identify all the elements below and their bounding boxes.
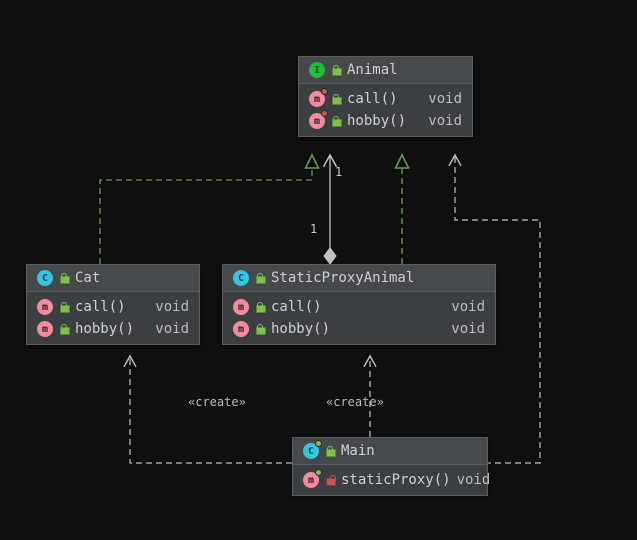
uml-diagram: 1 1 «create» «create» I Animal m call() … <box>0 0 637 540</box>
class-name: Main <box>341 443 375 459</box>
class-name: Cat <box>75 270 100 286</box>
method-name: hobby() <box>75 321 149 337</box>
return-type: void <box>451 299 485 315</box>
method-name: staticProxy() <box>341 472 451 488</box>
method-icon: m <box>309 91 325 107</box>
method-name: hobby() <box>347 113 422 129</box>
lock-icon <box>59 301 69 313</box>
class-header: I Animal <box>299 57 472 84</box>
return-type: void <box>155 321 189 337</box>
lock-icon <box>255 323 265 335</box>
method-icon: m <box>233 299 249 315</box>
method-row: m call() void <box>27 296 199 318</box>
class-main: C Main m staticProxy() void <box>292 437 488 496</box>
method-icon: m <box>303 472 319 488</box>
return-type: void <box>155 299 189 315</box>
lock-icon <box>331 115 341 127</box>
interface-icon: I <box>309 62 325 78</box>
stereotype-label: «create» <box>326 395 384 409</box>
method-row: m staticProxy() void <box>293 469 487 491</box>
class-name: StaticProxyAnimal <box>271 270 414 286</box>
class-icon: C <box>303 443 319 459</box>
method-row: m call() void <box>299 88 472 110</box>
class-icon: C <box>37 270 53 286</box>
method-name: call() <box>75 299 149 315</box>
method-row: m call() void <box>223 296 495 318</box>
multiplicity-label: 1 <box>335 165 342 179</box>
method-icon: m <box>37 321 53 337</box>
method-name: call() <box>271 299 445 315</box>
lock-icon <box>255 272 265 284</box>
return-type: void <box>428 91 462 107</box>
class-header: C Main <box>293 438 487 465</box>
method-row: m hobby() void <box>27 318 199 340</box>
lock-icon <box>331 93 341 105</box>
class-icon: C <box>233 270 249 286</box>
return-type: void <box>428 113 462 129</box>
class-header: C StaticProxyAnimal <box>223 265 495 292</box>
lock-icon <box>255 301 265 313</box>
class-cat: C Cat m call() void m hobby() void <box>26 264 200 345</box>
return-type: void <box>451 321 485 337</box>
stereotype-label: «create» <box>188 395 246 409</box>
method-icon: m <box>37 299 53 315</box>
method-icon: m <box>233 321 249 337</box>
method-icon: m <box>309 113 325 129</box>
lock-icon <box>331 64 341 76</box>
lock-icon <box>325 445 335 457</box>
lock-icon <box>325 474 335 486</box>
method-row: m hobby() void <box>299 110 472 132</box>
class-staticproxyanimal: C StaticProxyAnimal m call() void m hobb… <box>222 264 496 345</box>
class-header: C Cat <box>27 265 199 292</box>
method-name: call() <box>347 91 422 107</box>
lock-icon <box>59 323 69 335</box>
class-name: Animal <box>347 62 398 78</box>
interface-animal: I Animal m call() void m hobby() void <box>298 56 473 137</box>
return-type: void <box>457 472 491 488</box>
method-row: m hobby() void <box>223 318 495 340</box>
method-name: hobby() <box>271 321 445 337</box>
lock-icon <box>59 272 69 284</box>
multiplicity-label: 1 <box>310 222 317 236</box>
